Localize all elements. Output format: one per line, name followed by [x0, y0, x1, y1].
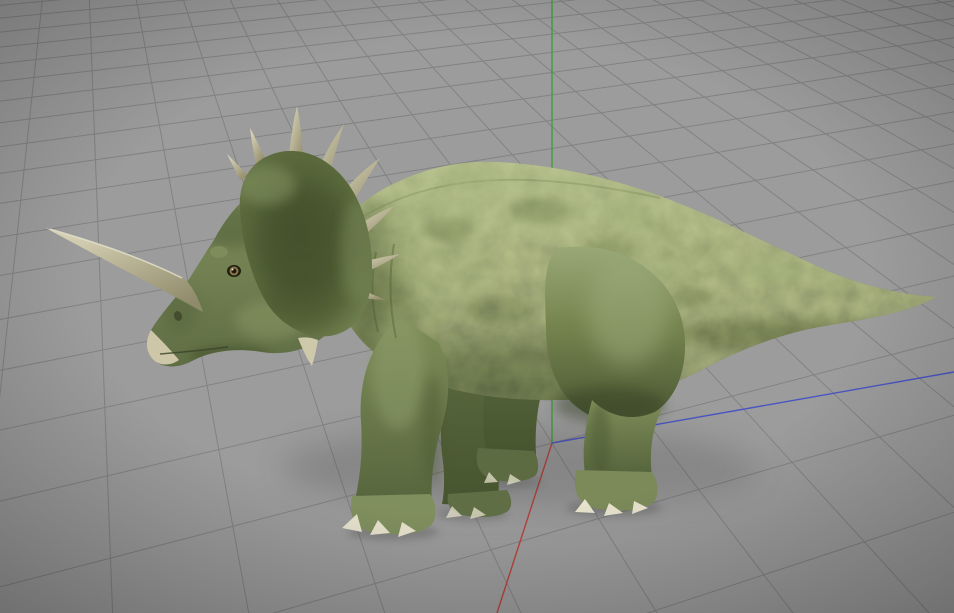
3d-viewport[interactable]	[0, 0, 954, 613]
brow-bump	[210, 246, 228, 258]
model-eye	[227, 265, 241, 277]
scene-canvas	[0, 0, 954, 613]
